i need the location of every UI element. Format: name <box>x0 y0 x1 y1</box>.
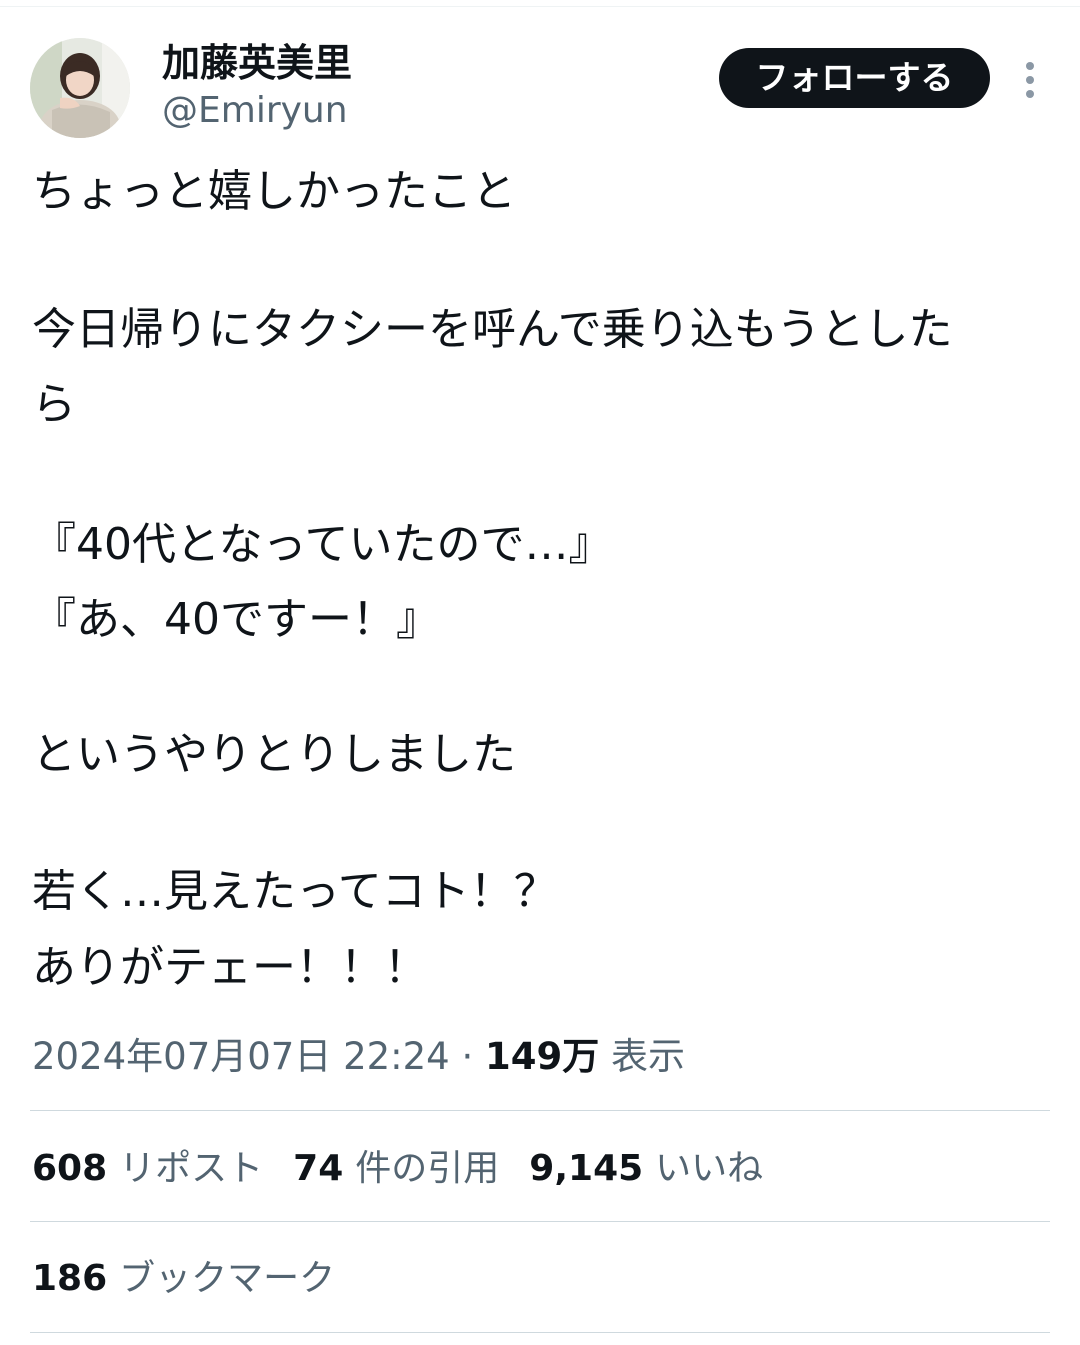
more-vertical-icon[interactable] <box>1012 56 1048 100</box>
more-dot <box>1026 62 1034 70</box>
quotes-label: 件の引用 <box>355 1148 500 1189</box>
avatar-photo <box>30 38 130 138</box>
divider <box>30 1110 1050 1111</box>
likes-count: 9,145 <box>529 1148 644 1189</box>
follow-button[interactable]: フォローする <box>719 48 990 108</box>
reposts-label: リポスト <box>119 1148 264 1189</box>
more-dot <box>1026 90 1034 98</box>
reposts-stat[interactable]: 608 リポスト <box>32 1144 263 1194</box>
bookmark-stats: 186 ブックマーク <box>32 1254 365 1304</box>
tweet-line: 若く…見えたってコト！？ <box>32 866 558 917</box>
tweet-timestamp[interactable]: 2024年07月07日 22:24 <box>32 1035 450 1078</box>
tweet-line: 『あ、40ですー！』 <box>32 594 440 645</box>
tweet-line: というやりとりしました <box>32 729 516 780</box>
tweet-line: ありがテェー！！！ <box>32 942 428 993</box>
tweet-line: ちょっと嬉しかったこと <box>32 166 516 217</box>
bookmarks-stat[interactable]: 186 ブックマーク <box>32 1254 335 1304</box>
quotes-stat[interactable]: 74 件の引用 <box>293 1144 499 1194</box>
reposts-count: 608 <box>32 1148 108 1189</box>
tweet-line: 『40代となっていたので…』 <box>32 519 613 570</box>
more-dot <box>1026 76 1034 84</box>
bookmarks-label: ブックマーク <box>119 1258 336 1299</box>
divider <box>30 1221 1050 1222</box>
bookmarks-count: 186 <box>32 1258 108 1299</box>
engagement-stats: 608 リポスト 74 件の引用 9,145 いいね <box>32 1144 793 1194</box>
likes-label: いいね <box>655 1148 764 1189</box>
top-divider <box>0 6 1080 7</box>
tweet-line: 今日帰りにタクシーを呼んで乗り込もうとした <box>32 304 953 355</box>
avatar[interactable] <box>30 38 130 138</box>
views-label: 表示 <box>599 1035 686 1078</box>
author-name[interactable]: 加藤英美里 <box>162 38 352 88</box>
author-handle[interactable]: @Emiryun <box>162 88 348 134</box>
quotes-count: 74 <box>293 1148 344 1189</box>
likes-stat[interactable]: 9,145 いいね <box>529 1144 763 1194</box>
meta-separator: · <box>449 1035 486 1078</box>
views-count: 149万 <box>485 1035 600 1078</box>
tweet-line: ら <box>32 379 76 430</box>
divider <box>30 1332 1050 1333</box>
tweet-meta: 2024年07月07日 22:24 · 149万 表示 <box>32 1032 685 1082</box>
